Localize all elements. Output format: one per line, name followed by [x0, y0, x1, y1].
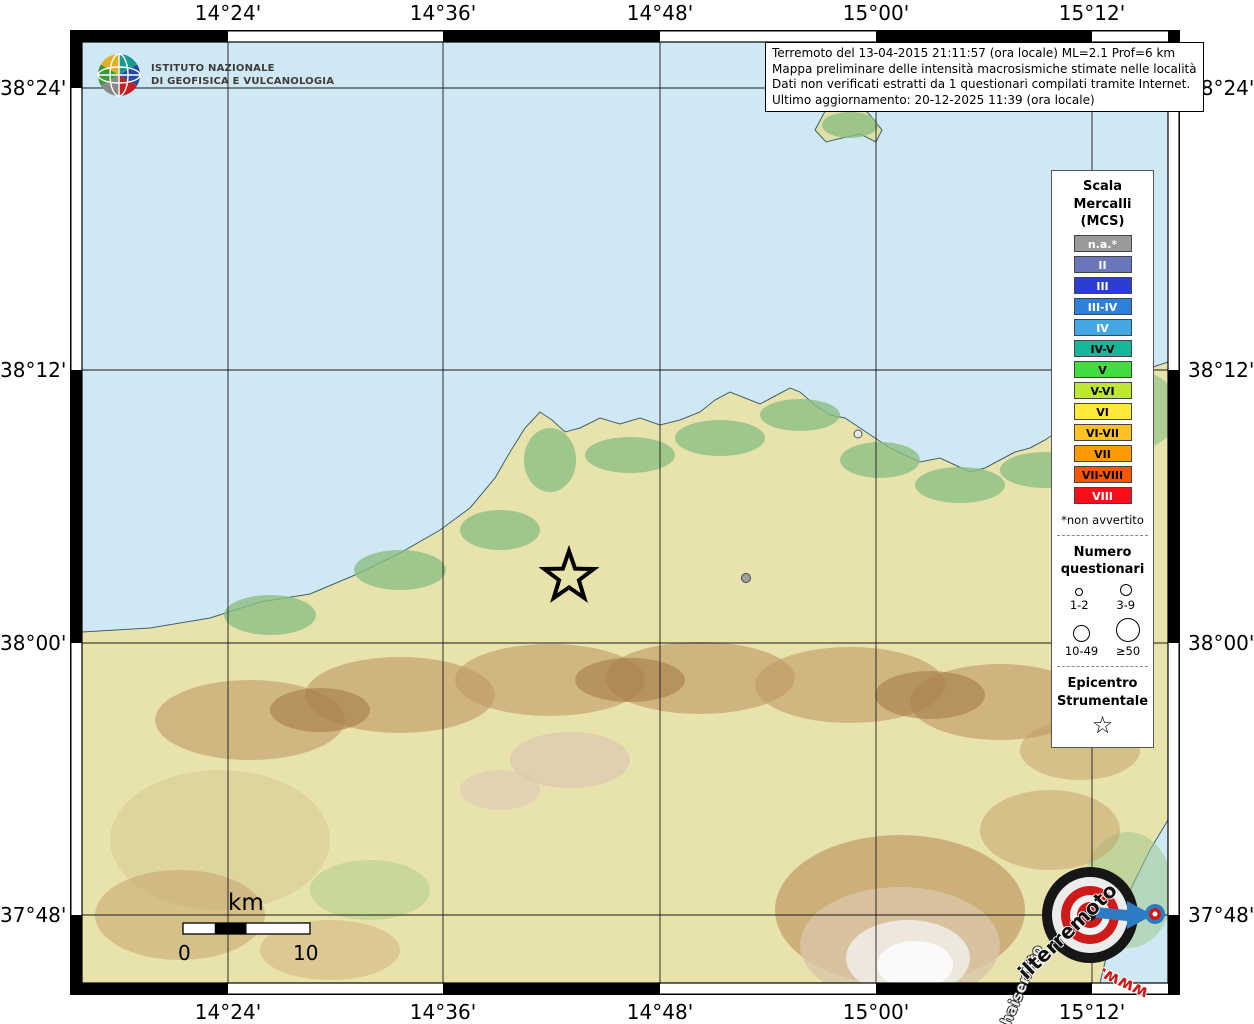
label-1-2: 1-2 [1070, 599, 1089, 613]
event-info-line1: Terremoto del 13-04-2015 21:11:57 (ora l… [772, 46, 1197, 62]
axis-label-bottom-0: 14°24' [195, 1000, 261, 1024]
scalebar-start-label: 0 [178, 941, 191, 965]
axis-label-right-2: 38°00' [1188, 631, 1254, 655]
mcs-level-vi-vii: VI-VII [1074, 424, 1132, 441]
macroseismic-intensity-map-page: 14°24' 14°36' 14°48' 15°00' 15°12' 14°24… [0, 0, 1254, 1024]
mcs-level-ii: II [1074, 256, 1132, 273]
axis-label-bottom-1: 14°36' [410, 1000, 476, 1024]
label-3-9: 3-9 [1116, 599, 1135, 613]
epicenter-star-icon: ☆ [1052, 713, 1153, 738]
axis-label-bottom-3: 15°00' [843, 1000, 909, 1024]
axis-label-right-3: 37°48' [1188, 903, 1254, 927]
ingv-name-line1: ISTITUTO NAZIONALE [151, 62, 334, 75]
mcs-level-na: n.a.* [1074, 235, 1132, 252]
questionnaire-size-10-49: 10-49 [1065, 625, 1098, 659]
legend-title-line3: (MCS) [1052, 213, 1153, 231]
axis-label-left-1: 38°12' [0, 358, 66, 382]
mcs-level-vii-viii: VII-VIII [1074, 466, 1132, 483]
mcs-level-viii: VIII [1074, 487, 1132, 504]
ingv-globe-icon [96, 52, 142, 98]
axis-label-top-4: 15°12' [1059, 1, 1125, 25]
questionnaire-size-3-9: 3-9 [1116, 584, 1135, 613]
mcs-level-iii-iv: III-IV [1074, 298, 1132, 315]
scalebar-unit-label: km [228, 890, 264, 916]
circle-size-50-icon [1116, 618, 1140, 642]
axis-label-left-2: 38°00' [0, 631, 66, 655]
label-50: ≥50 [1116, 645, 1140, 659]
legend-title-line1: Scala [1052, 178, 1153, 196]
mcs-level-iii: III [1074, 277, 1132, 294]
ingv-name-line2: DI GEOFISICA E VULCANOLOGIA [151, 75, 334, 88]
axis-label-top-0: 14°24' [195, 1, 261, 25]
mcs-level-iv-v: IV-V [1074, 340, 1132, 357]
mcs-level-v-vi: V-VI [1074, 382, 1132, 399]
axis-label-top-2: 14°48' [627, 1, 693, 25]
map-canvas [70, 30, 1180, 995]
axis-label-top-1: 14°36' [410, 1, 476, 25]
event-info-line4: Ultimo aggiornamento: 20-12-2025 11:39 (… [772, 93, 1197, 109]
event-info-line3: Dati non verificati estratti da 1 questi… [772, 77, 1197, 93]
epicenter-title-line1: Epicentro [1052, 675, 1153, 693]
axis-label-bottom-2: 14°48' [627, 1000, 693, 1024]
scalebar-end-label: 10 [293, 941, 318, 965]
circle-size-3-9-icon [1120, 584, 1132, 596]
axis-label-bottom-4: 15°12' [1059, 1000, 1125, 1024]
axis-label-right-1: 38°12' [1188, 358, 1254, 382]
mcs-level-iv: IV [1074, 319, 1132, 336]
legend-separator-2 [1057, 666, 1148, 667]
questionnaire-size-1-2: 1-2 [1070, 588, 1089, 613]
questionnaire-dot-small [854, 430, 862, 438]
circle-size-1-2-icon [1075, 588, 1083, 596]
questionnaires-title-line1: Numero [1052, 544, 1153, 562]
distance-scale-bar [183, 923, 310, 934]
axis-label-left-3: 37°48' [0, 903, 66, 927]
legend-separator [1057, 535, 1148, 536]
event-info-box: Terremoto del 13-04-2015 21:11:57 (ora l… [765, 42, 1204, 112]
legend-title-line2: Mercalli [1052, 196, 1153, 214]
legend-footnote: *non avvertito [1052, 513, 1153, 527]
ingv-logo-block: ISTITUTO NAZIONALE DI GEOFISICA E VULCAN… [96, 52, 334, 98]
questionnaires-title-line2: questionari [1052, 561, 1153, 579]
mcs-level-vi: VI [1074, 403, 1132, 420]
mcs-level-vii: VII [1074, 445, 1132, 462]
axis-label-top-3: 15°00' [843, 1, 909, 25]
mcs-level-v: V [1074, 361, 1132, 378]
epicenter-title-line2: Strumentale [1052, 693, 1153, 711]
axis-label-left-0: 38°24' [0, 76, 66, 100]
circle-size-10-49-icon [1073, 625, 1090, 642]
legend-panel: Scala Mercalli (MCS) n.a.* II III III-IV… [1051, 170, 1154, 748]
questionnaire-dot [742, 574, 751, 583]
questionnaire-size-50: ≥50 [1116, 618, 1140, 659]
label-10-49: 10-49 [1065, 645, 1098, 659]
event-info-line2: Mappa preliminare delle intensità macros… [772, 62, 1197, 78]
